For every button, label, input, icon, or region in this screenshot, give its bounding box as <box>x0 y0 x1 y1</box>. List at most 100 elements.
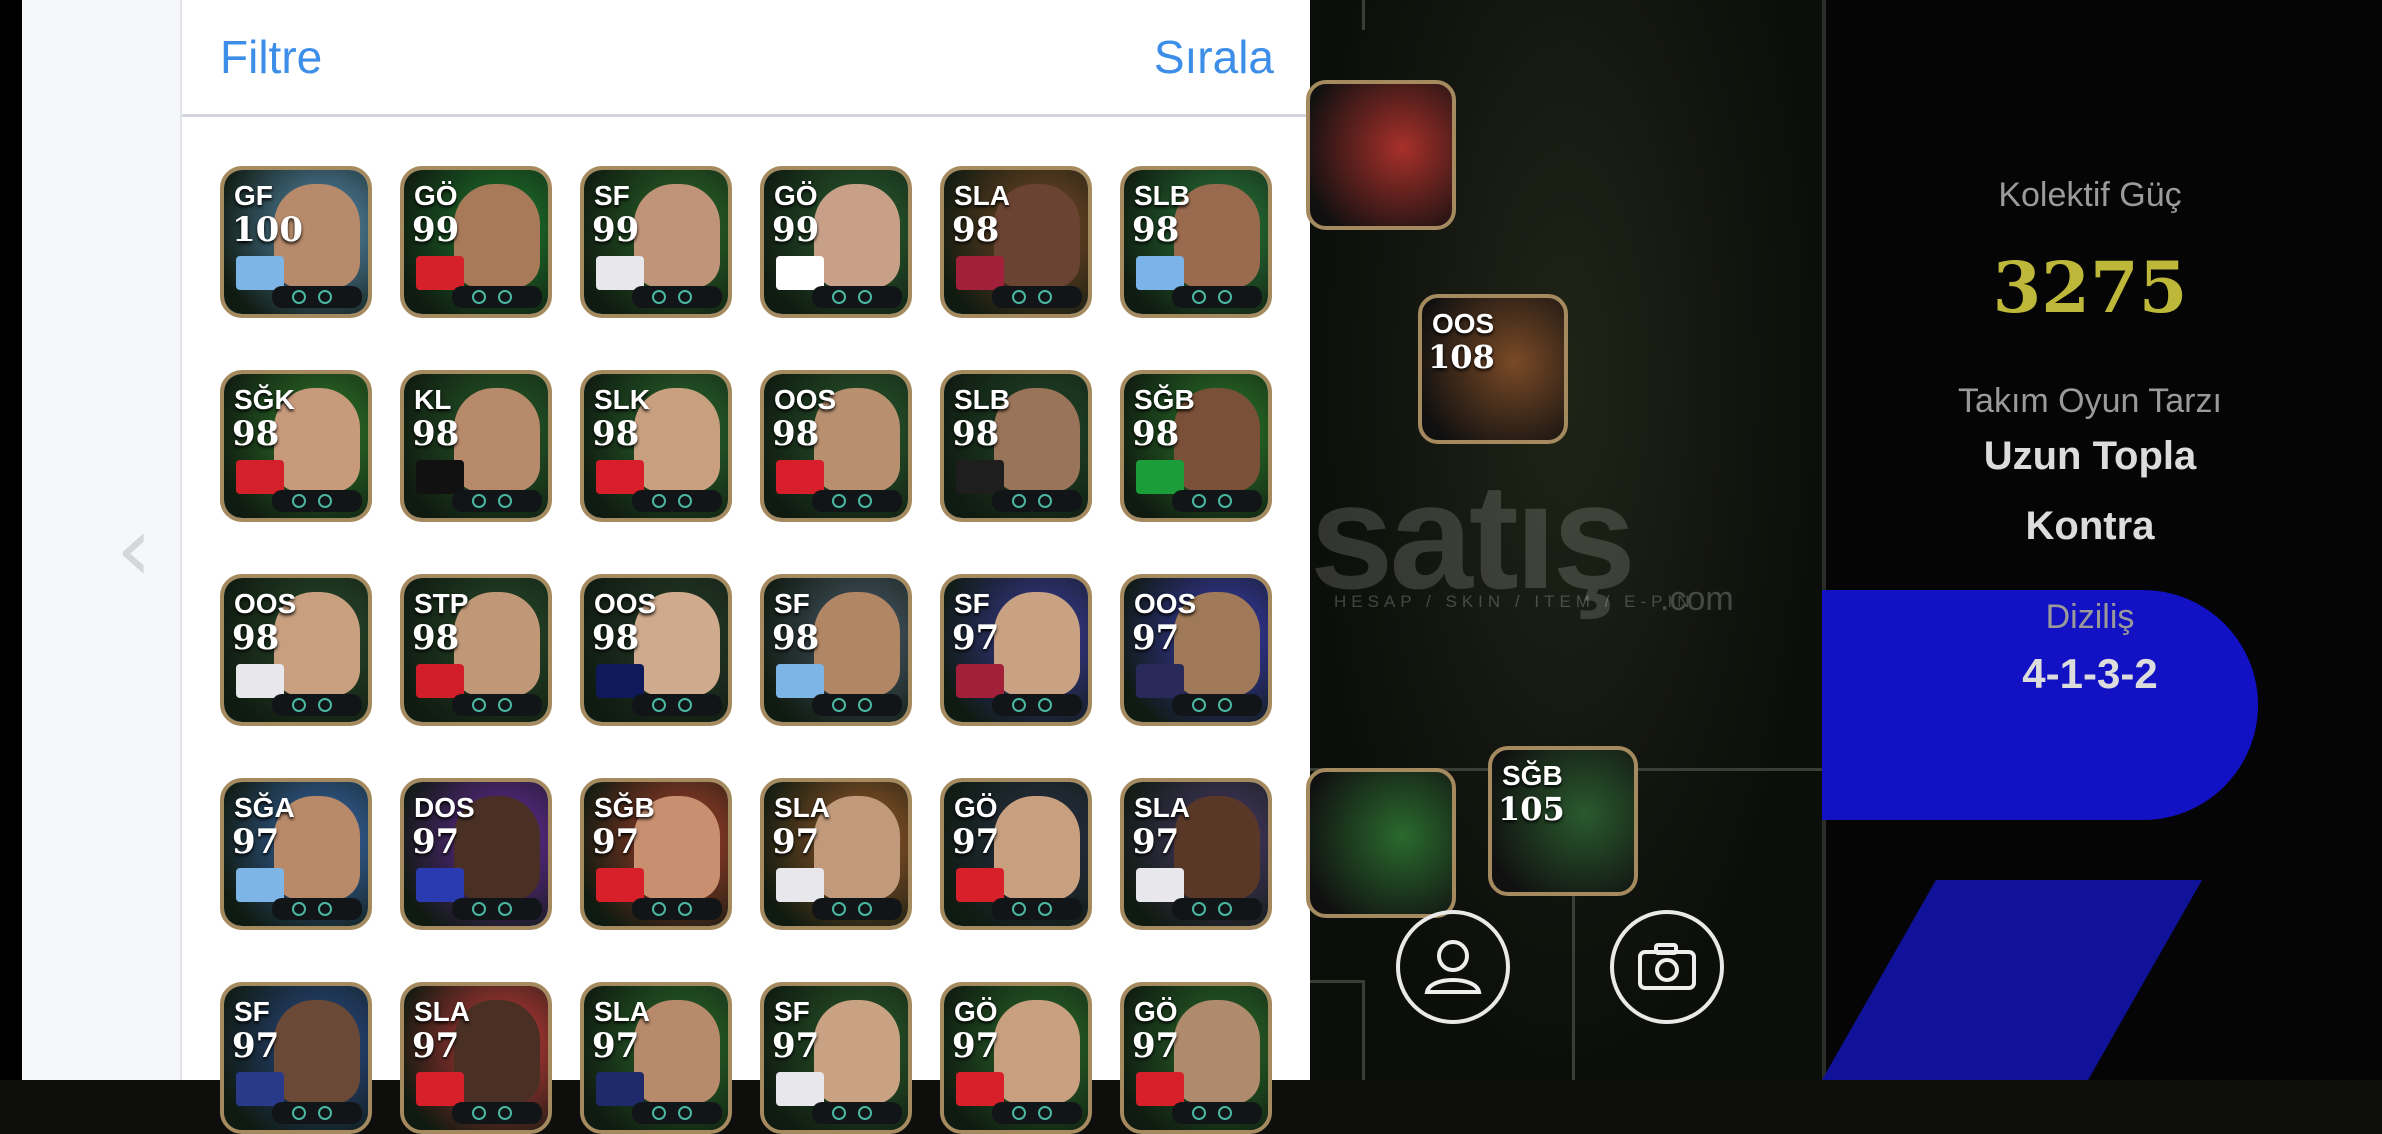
player-card[interactable]: SLA 97 <box>760 778 912 930</box>
skill-icon <box>858 698 872 712</box>
player-card[interactable]: SĞB 98 <box>1120 370 1272 522</box>
filter-button[interactable]: Filtre <box>220 30 322 84</box>
player-rating: 108 <box>1428 338 1495 376</box>
skill-icon <box>1038 902 1052 916</box>
player-card[interactable]: SĞA 97 <box>220 778 372 930</box>
player-position: GF <box>234 180 273 211</box>
player-position: SF <box>774 588 810 619</box>
player-rating: 98 <box>232 414 280 454</box>
skill-icon <box>652 698 666 712</box>
player-portrait <box>814 184 900 288</box>
player-position: GÖ <box>414 180 458 211</box>
player-card[interactable]: SLB 98 <box>1120 166 1272 318</box>
player-card[interactable]: GÖ 97 <box>1120 982 1272 1134</box>
skill-icon <box>652 1106 666 1120</box>
player-card[interactable]: SLA 97 <box>400 982 552 1134</box>
player-card[interactable]: GF 100 <box>220 166 372 318</box>
club-emblem-icon <box>596 664 644 698</box>
skill-icon <box>652 902 666 916</box>
player-rating: 98 <box>592 618 640 658</box>
skill-icon <box>858 902 872 916</box>
skill-icon <box>832 902 846 916</box>
player-card[interactable]: OOS 98 <box>760 370 912 522</box>
skill-icon <box>858 494 872 508</box>
club-emblem-icon <box>956 868 1004 902</box>
player-card[interactable]: SF 98 <box>760 574 912 726</box>
player-card[interactable]: SLK 98 <box>580 370 732 522</box>
player-card[interactable]: SF 99 <box>580 166 732 318</box>
player-position: SĞB <box>1134 384 1195 415</box>
player-card[interactable]: SLA 97 <box>580 982 732 1134</box>
player-card[interactable]: GÖ 97 <box>940 778 1092 930</box>
team-style-label: Takım Oyun Tarzı <box>1958 382 2222 420</box>
skill-icon <box>292 1106 306 1120</box>
player-card[interactable]: DOS 97 <box>400 778 552 930</box>
club-emblem-icon <box>416 1072 464 1106</box>
player-portrait <box>994 796 1080 900</box>
club-emblem-icon <box>596 256 644 290</box>
player-rating: 97 <box>232 822 280 862</box>
camera-button[interactable] <box>1610 910 1724 1024</box>
skill-icon <box>1038 698 1052 712</box>
chevron-left-icon[interactable]: ‹ <box>116 500 176 600</box>
skill-icon <box>1218 902 1232 916</box>
player-rating: 98 <box>772 414 820 454</box>
player-card[interactable]: OOS 98 <box>580 574 732 726</box>
skill-icon <box>832 494 846 508</box>
card-skill-bar <box>812 1102 902 1124</box>
skill-icon <box>1038 1106 1052 1120</box>
player-rating: 97 <box>412 1026 460 1066</box>
player-card[interactable]: KL 98 <box>400 370 552 522</box>
player-rating: 98 <box>772 618 820 658</box>
player-card[interactable]: SF 97 <box>940 574 1092 726</box>
pitch-player-card[interactable] <box>1306 768 1456 918</box>
club-emblem-icon <box>416 664 464 698</box>
panel-header: Filtre Sırala <box>182 0 1312 117</box>
player-position: GÖ <box>954 996 998 1027</box>
player-card[interactable]: SLA 97 <box>1120 778 1272 930</box>
player-card[interactable]: SF 97 <box>760 982 912 1134</box>
player-card[interactable]: SF 97 <box>220 982 372 1134</box>
sort-button[interactable]: Sırala <box>1154 30 1274 84</box>
player-card[interactable]: GÖ 99 <box>400 166 552 318</box>
player-card[interactable]: SĞK 98 <box>220 370 372 522</box>
card-skill-bar <box>1172 1102 1262 1124</box>
player-card[interactable]: GÖ 97 <box>940 982 1092 1134</box>
player-position: DOS <box>414 792 475 823</box>
player-card[interactable]: OOS 97 <box>1120 574 1272 726</box>
skill-icon <box>1038 290 1052 304</box>
player-rating: 98 <box>592 414 640 454</box>
card-skill-bar <box>272 490 362 512</box>
profile-button[interactable] <box>1396 910 1510 1024</box>
skill-icon <box>1218 698 1232 712</box>
watermark-subtitle: HESAP / SKIN / ITEM / E-PIN <box>1334 592 1695 611</box>
player-card[interactable]: GÖ 99 <box>760 166 912 318</box>
pitch-player-card[interactable]: SĞB 105 <box>1488 746 1638 896</box>
player-position: SF <box>594 180 630 211</box>
skill-icon <box>858 290 872 304</box>
card-skill-bar <box>992 898 1082 920</box>
pitch-player-card[interactable] <box>1306 80 1456 230</box>
player-position: SLB <box>954 384 1010 415</box>
player-position: SF <box>954 588 990 619</box>
skill-icon <box>292 698 306 712</box>
card-skill-bar <box>812 694 902 716</box>
player-rating: 98 <box>952 414 1000 454</box>
player-card[interactable]: SLA 98 <box>940 166 1092 318</box>
player-portrait <box>454 184 540 288</box>
player-card[interactable]: STP 98 <box>400 574 552 726</box>
skill-icon <box>498 1106 512 1120</box>
card-skill-bar <box>272 286 362 308</box>
player-position: OOS <box>594 588 657 619</box>
player-card[interactable]: SLB 98 <box>940 370 1092 522</box>
pitch-player-card[interactable]: OOS 108 <box>1418 294 1568 444</box>
player-card[interactable]: SĞB 97 <box>580 778 732 930</box>
player-card[interactable]: OOS 98 <box>220 574 372 726</box>
skill-icon <box>832 698 846 712</box>
player-position: SLA <box>1134 792 1190 823</box>
player-portrait <box>814 1000 900 1104</box>
collective-power-value: 3275 <box>1992 246 2188 329</box>
club-emblem-icon <box>956 460 1004 494</box>
skill-icon <box>318 698 332 712</box>
player-rating: 98 <box>412 618 460 658</box>
